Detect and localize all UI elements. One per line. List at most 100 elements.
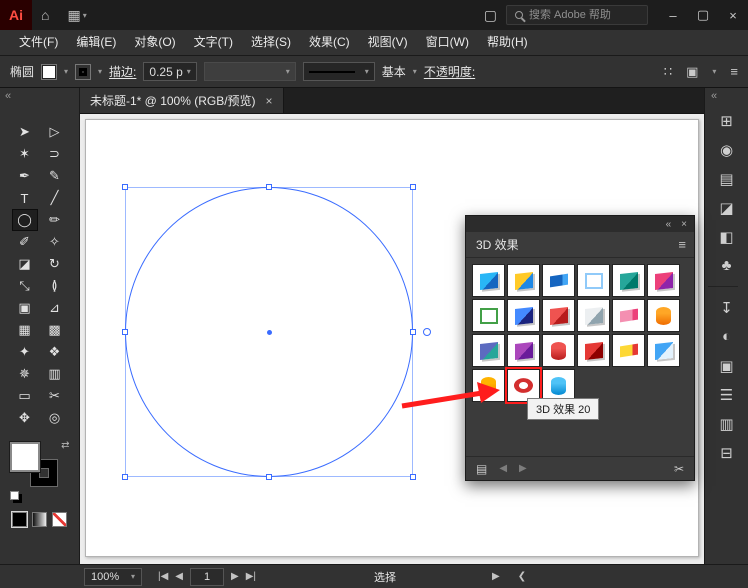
maximize-button[interactable]: ▢ xyxy=(688,0,718,30)
menu-item[interactable]: 帮助(H) xyxy=(478,30,537,55)
slice-tool[interactable]: ✂ xyxy=(43,386,67,406)
scale-tool[interactable]: ⤡ xyxy=(13,276,37,296)
selection-bounding-box[interactable] xyxy=(125,187,413,477)
swatches-panel-icon[interactable]: ▤ xyxy=(708,164,746,193)
libraries-panel-icon[interactable]: ⊞ xyxy=(708,106,746,135)
paintbrush-tool[interactable]: ✏ xyxy=(43,210,67,230)
default-fill-stroke-icon[interactable] xyxy=(10,491,19,500)
style-thumbnail[interactable] xyxy=(577,334,610,367)
graphic-styles-panel-icon[interactable]: ▣ xyxy=(708,351,746,380)
mesh-tool[interactable]: ▦ xyxy=(13,320,37,340)
menu-item[interactable]: 文件(F) xyxy=(10,30,67,55)
layers-panel-icon[interactable]: ☰ xyxy=(708,380,746,409)
search-input[interactable] xyxy=(529,9,639,21)
dots-grid-icon[interactable]: ∷ xyxy=(664,64,672,80)
stroke-width-caret-icon[interactable]: ▾ xyxy=(187,67,191,76)
style-thumbnail[interactable] xyxy=(647,264,680,297)
style-thumbnail[interactable] xyxy=(577,299,610,332)
pencil-tool[interactable]: ✐ xyxy=(13,232,37,252)
type-tool[interactable]: T xyxy=(13,188,37,208)
perspective-grid-tool[interactable]: ⊿ xyxy=(43,298,67,318)
menu-item[interactable]: 视图(V) xyxy=(359,30,417,55)
menu-item[interactable]: 编辑(E) xyxy=(67,30,125,55)
column-graph-tool[interactable]: ▥ xyxy=(43,364,67,384)
search-box[interactable] xyxy=(506,5,648,25)
shaper-tool[interactable]: ✧ xyxy=(43,232,67,252)
close-button[interactable]: × xyxy=(718,0,748,30)
fill-indicator[interactable] xyxy=(10,442,40,472)
gradient-button[interactable] xyxy=(32,512,47,527)
stroke-caret-icon[interactable]: ▾ xyxy=(98,67,102,76)
selection-handle[interactable] xyxy=(266,474,272,480)
stroke-color-swatch[interactable] xyxy=(75,64,91,80)
panel-collapse-icon[interactable]: « xyxy=(666,219,672,230)
gradient-panel-icon[interactable]: ◧ xyxy=(708,222,746,251)
gradient-tool[interactable]: ▩ xyxy=(43,320,67,340)
brush-style-label[interactable]: 基本 xyxy=(382,63,406,80)
color-panel-icon[interactable]: ◉ xyxy=(708,135,746,164)
panel-dock-icon[interactable]: ▣ xyxy=(686,64,698,80)
eyedropper-tool[interactable]: ✦ xyxy=(13,342,37,362)
artboards-panel-icon[interactable]: ▥ xyxy=(708,409,746,438)
toolbar-collapse-icon[interactable]: « xyxy=(5,90,11,102)
selection-handle[interactable] xyxy=(410,329,416,335)
workspace-switcher-icon[interactable]: ▢ xyxy=(475,0,506,30)
live-shape-widget[interactable] xyxy=(423,328,431,336)
ellipse-tool[interactable]: ◯ xyxy=(13,210,37,230)
panel-dock-caret-icon[interactable]: ▾ xyxy=(712,67,716,76)
stroke-label[interactable]: 描边: xyxy=(109,63,136,80)
style-thumbnail[interactable] xyxy=(577,264,610,297)
align-panel-icon[interactable]: ⊟ xyxy=(708,438,746,467)
zoom-level-dropdown[interactable]: 100% ▾ xyxy=(84,568,142,586)
style-thumbnail[interactable] xyxy=(612,299,645,332)
selection-handle[interactable] xyxy=(122,329,128,335)
swap-fill-stroke-icon[interactable]: ⇄ xyxy=(61,440,69,451)
magic-wand-tool[interactable]: ✶ xyxy=(13,144,37,164)
break-link-style-icon[interactable]: ✂ xyxy=(674,462,684,476)
artboard-number-field[interactable]: 1 xyxy=(190,568,224,586)
selection-handle[interactable] xyxy=(122,184,128,190)
brush-style-caret-icon[interactable]: ▾ xyxy=(413,67,417,76)
fill-color-swatch[interactable] xyxy=(41,64,57,80)
curvature-tool[interactable]: ✎ xyxy=(43,166,67,186)
menu-item[interactable]: 窗口(W) xyxy=(417,30,478,55)
style-thumbnail[interactable] xyxy=(612,264,645,297)
app-logo[interactable]: Ai xyxy=(0,0,32,30)
dock-expand-icon[interactable]: « xyxy=(705,88,717,106)
symbol-sprayer-tool[interactable]: ✵ xyxy=(13,364,37,384)
brushes-panel-icon[interactable]: ◪ xyxy=(708,193,746,222)
rotate-tool[interactable]: ↻ xyxy=(43,254,67,274)
direct-selection-tool[interactable]: ▷ xyxy=(43,122,67,142)
prev-artboard-icon[interactable]: ◀ xyxy=(175,571,183,582)
next-artboard-icon[interactable]: ▶ xyxy=(231,571,239,582)
asset-export-panel-icon[interactable]: ↧ xyxy=(708,293,746,322)
selection-handle[interactable] xyxy=(266,184,272,190)
line-segment-tool[interactable]: ╱ xyxy=(43,188,67,208)
scroll-right-icon[interactable]: ▶ xyxy=(492,571,500,582)
style-thumbnail[interactable] xyxy=(507,264,540,297)
selection-tool[interactable]: ➤ xyxy=(13,122,37,142)
style-thumbnail[interactable] xyxy=(612,334,645,367)
appearance-panel-icon[interactable]: ◐ xyxy=(708,322,746,351)
eraser-tool[interactable]: ◪ xyxy=(13,254,37,274)
hand-tool[interactable]: ✥ xyxy=(13,408,37,428)
selection-handle[interactable] xyxy=(410,184,416,190)
menu-item[interactable]: 效果(C) xyxy=(300,30,359,55)
panel-close-icon[interactable]: × xyxy=(681,219,687,230)
opacity-label[interactable]: 不透明度: xyxy=(424,63,475,80)
menu-item[interactable]: 对象(O) xyxy=(125,30,184,55)
selection-handle[interactable] xyxy=(410,474,416,480)
panel-menu-icon[interactable]: ≡ xyxy=(678,237,686,252)
style-thumbnail[interactable] xyxy=(472,299,505,332)
controlbar-menu-icon[interactable]: ≡ xyxy=(730,64,738,79)
free-transform-tool[interactable]: ▣ xyxy=(13,298,37,318)
zoom-tool[interactable]: ◎ xyxy=(43,408,67,428)
symbols-panel-icon[interactable]: ♣ xyxy=(708,251,746,280)
style-thumbnail[interactable] xyxy=(507,334,540,367)
brush-definition-dropdown[interactable]: ▾ xyxy=(303,62,375,81)
menu-item[interactable]: 选择(S) xyxy=(242,30,300,55)
variable-width-profile-dropdown[interactable]: ▾ xyxy=(204,62,296,81)
style-thumbnail[interactable] xyxy=(542,264,575,297)
none-button[interactable] xyxy=(52,512,67,527)
style-thumbnail[interactable] xyxy=(542,334,575,367)
